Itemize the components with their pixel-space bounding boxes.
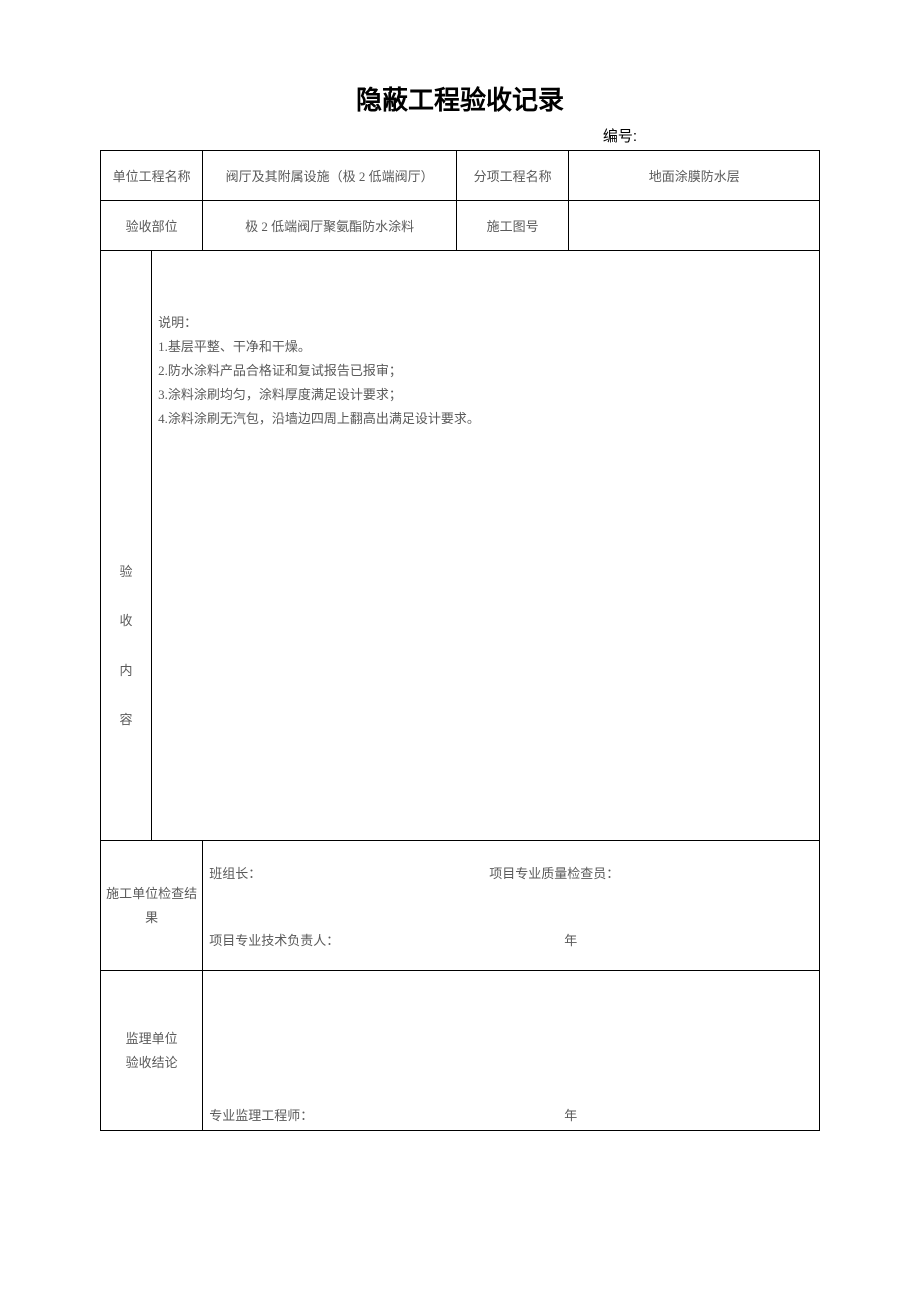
sup-date-year: 年 <box>564 1105 919 1124</box>
date-year: 年 <box>564 930 919 949</box>
content-line-2: 2.防水涂料产品合格证和复试报告已报审； <box>158 359 813 383</box>
header-row-2: 验收部位 极 2 低端阀厅聚氨酯防水涂料 施工图号 <box>101 201 820 251</box>
supervisor-engineer-label: 专业监理工程师： <box>209 1105 564 1124</box>
inspection-label-line2: 果 <box>101 906 202 929</box>
supervisor-date: 年 月 日 <box>564 1105 920 1124</box>
document-title: 隐蔽工程验收记录 <box>100 80 820 117</box>
content-intro: 说明： <box>158 311 813 335</box>
team-leader-label: 班组长： <box>209 863 489 882</box>
drawing-number-label: 施工图号 <box>456 201 569 251</box>
unit-project-value: 阀厅及其附属设施（极 2 低端阀厅） <box>203 151 457 201</box>
vlabel-3: 内 <box>101 646 151 695</box>
content-row: 验 收 内 容 说明： 1.基层平整、干净和干燥。 2.防水涂料产品合格证和复试… <box>101 251 820 841</box>
supervisor-label: 监理单位 验收结论 <box>101 971 203 1131</box>
supervisor-row: 监理单位 验收结论 专业监理工程师： 年 月 日 <box>101 971 820 1131</box>
content-vertical-label: 验 收 内 容 <box>101 251 152 841</box>
content-line-3: 3.涂料涂刷均匀，涂料厚度满足设计要求； <box>158 383 813 407</box>
supervisor-label-line1: 监理单位 <box>101 1027 202 1050</box>
unit-project-label: 单位工程名称 <box>101 151 203 201</box>
supervisor-label-line2: 验收结论 <box>101 1051 202 1074</box>
inspection-row: 施工单位检查结 果 班组长： 项目专业质量检查员： 项目专业技术负责人： 年 月… <box>101 841 820 971</box>
vlabel-2: 收 <box>101 596 151 645</box>
tech-lead-label: 项目专业技术负责人： <box>209 930 564 949</box>
vlabel-4: 容 <box>101 695 151 744</box>
content-cell: 说明： 1.基层平整、干净和干燥。 2.防水涂料产品合格证和复试报告已报审； 3… <box>152 251 820 841</box>
acceptance-part-label: 验收部位 <box>101 201 203 251</box>
content-line-4: 4.涂料涂刷无汽包，沿墙边四周上翻高出满足设计要求。 <box>158 407 813 431</box>
inspection-date: 年 月 日 <box>564 930 920 949</box>
inspection-label: 施工单位检查结 果 <box>101 841 203 971</box>
sub-project-label: 分项工程名称 <box>456 151 569 201</box>
header-row-1: 单位工程名称 阀厅及其附属设施（极 2 低端阀厅） 分项工程名称 地面涂膜防水层 <box>101 151 820 201</box>
record-table: 单位工程名称 阀厅及其附属设施（极 2 低端阀厅） 分项工程名称 地面涂膜防水层… <box>100 150 820 1131</box>
sub-project-value: 地面涂膜防水层 <box>569 151 820 201</box>
document-number-label: 编号: <box>100 125 820 146</box>
acceptance-part-value: 极 2 低端阀厅聚氨酯防水涂料 <box>203 201 457 251</box>
vlabel-1: 验 <box>101 547 151 596</box>
quality-inspector-label: 项目专业质量检查员： <box>489 863 619 882</box>
inspection-content: 班组长： 项目专业质量检查员： 项目专业技术负责人： 年 月 日 <box>203 841 820 971</box>
supervisor-content: 专业监理工程师： 年 月 日 <box>203 971 820 1131</box>
content-line-1: 1.基层平整、干净和干燥。 <box>158 335 813 359</box>
drawing-number-value <box>569 201 820 251</box>
inspection-label-line1: 施工单位检查结 <box>101 882 202 905</box>
